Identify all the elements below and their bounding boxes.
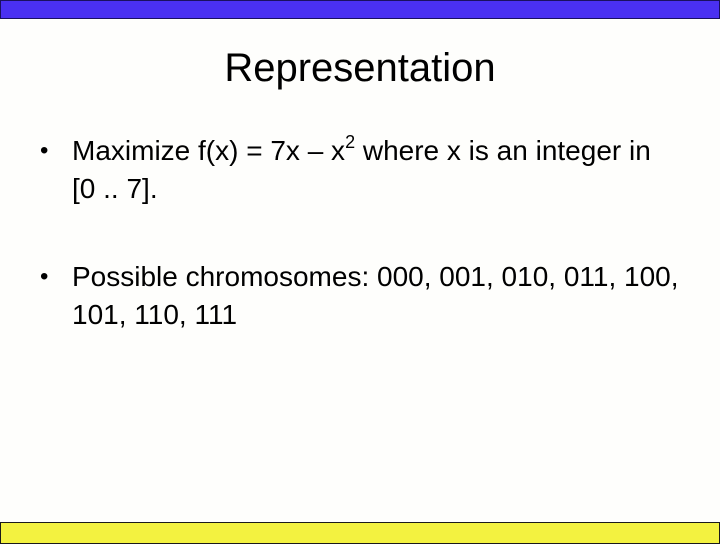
bullet-item-objective: • Maximize f(x) = 7x – x2 where x is an …	[40, 132, 680, 208]
bullet-text: Possible chromosomes: 000, 001, 010, 011…	[72, 261, 679, 330]
top-decorative-bar	[0, 0, 720, 19]
bullet-item-chromosomes: • Possible chromosomes: 000, 001, 010, 0…	[40, 258, 680, 334]
slide-title: Representation	[224, 46, 496, 90]
bullet-text: Maximize f(x) = 7x – x2 where x is an in…	[40, 132, 680, 208]
bottom-decorative-bar	[0, 522, 720, 544]
bullet-icon: •	[40, 263, 49, 290]
exponent: 2	[345, 131, 356, 152]
formula-text: Maximize f(x) = 7x – x	[72, 135, 346, 166]
bullet-icon: •	[40, 137, 49, 164]
